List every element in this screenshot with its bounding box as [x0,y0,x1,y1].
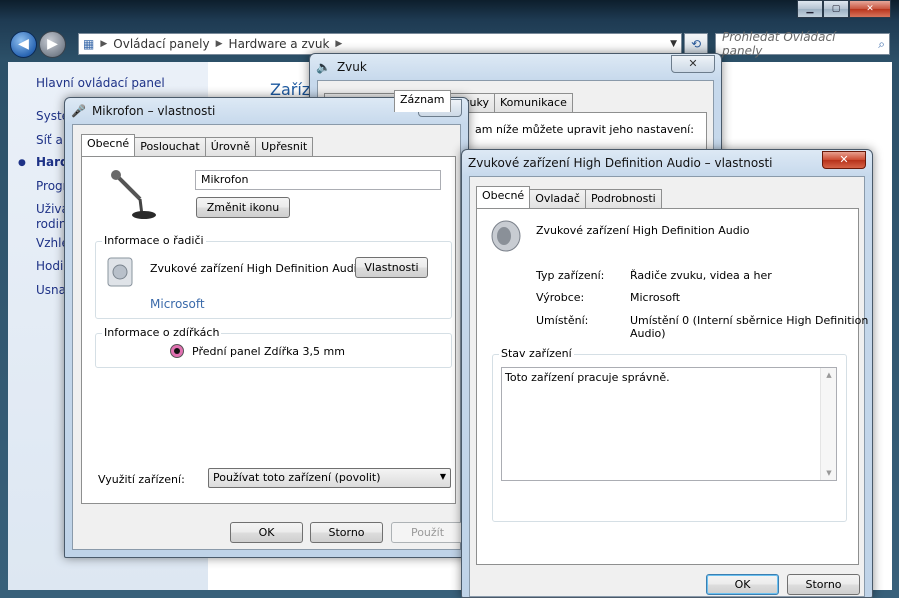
jack-description: Přední panel Zdířka 3,5 mm [192,345,345,358]
hda-dialog-title: Zvukové zařízení High Definition Audio –… [468,156,773,170]
tab-recording[interactable]: Záznam [394,90,451,112]
speaker-large-icon [491,220,521,252]
location-label: Umístění: [536,314,589,327]
maximize-button[interactable]: ▢ [823,0,849,18]
breadcrumb-separator-icon[interactable]: ▶ [335,39,342,49]
device-name-value: Mikrofon [201,173,249,186]
jack-color-icon [170,344,184,358]
tab-listen[interactable]: Poslouchat [134,137,206,156]
speaker-icon: 🔈 [316,60,331,74]
tab-details[interactable]: Podrobnosti [584,189,662,208]
back-button[interactable]: ◀ [10,31,37,58]
device-status-text: Toto zařízení pracuje správně. [505,371,670,384]
controller-vendor: Microsoft [150,297,205,311]
controller-properties-button[interactable]: Vlastnosti [355,257,428,278]
controller-name: Zvukové zařízení High Definition Audio [150,262,364,275]
microphone-properties-dialog: 🎤 Mikrofon – vlastnosti ✕ Obecné Poslouc… [64,97,469,558]
change-icon-button[interactable]: Změnit ikonu [196,197,290,218]
location-value-line2: Audio) [630,327,666,340]
controller-info-group: Informace o řadiči Zvukové zařízení High… [95,234,452,319]
device-usage-value: Používat toto zařízení (povolit) [213,471,381,484]
tab-communication[interactable]: Komunikace [494,93,573,112]
hda-properties-dialog: Zvukové zařízení High Definition Audio –… [461,149,873,598]
mic-apply-button[interactable]: Použít [391,522,464,543]
search-box[interactable]: Prohledat Ovládací panely ⌕ [715,30,890,58]
hda-general-panel: Zvukové zařízení High Definition Audio T… [476,208,868,565]
microphone-large-icon [111,170,156,219]
mic-tabs: Obecné Poslouchat Úrovně Upřesnit [81,134,314,156]
tab-general[interactable]: Obecné [81,134,136,156]
mic-dialog-client: Obecné Poslouchat Úrovně Upřesnit Mikrof… [72,124,464,550]
dropdown-arrow-icon: ▼ [439,472,446,481]
mic-dialog-title: Mikrofon – vlastnosti [91,104,216,118]
tab-levels[interactable]: Úrovně [204,137,257,156]
breadcrumb-separator-icon[interactable]: ▶ [100,39,107,49]
hda-cancel-button[interactable]: Storno [787,574,860,595]
sidebar-home-link[interactable]: Hlavní ovládací panel [36,76,165,90]
microphone-icon: 🎤 [71,104,86,118]
refresh-button[interactable]: ⟲ [684,33,708,55]
sound-dialog-titlebar: 🔈 Zvuk [316,54,715,80]
sound-card-icon [107,257,133,287]
sound-dialog-title: Zvuk [336,60,367,74]
window-caption-buttons: ▁ ▢ ✕ [797,0,891,18]
tab-driver[interactable]: Ovladač [529,189,586,208]
breadcrumb-hardware-sound[interactable]: Hardware a zvuk [229,37,330,51]
address-bar[interactable]: ▦ ▶ Ovládací panely ▶ Hardware a zvuk ▶ … [78,33,682,55]
close-window-button[interactable]: ✕ [849,0,891,18]
forward-button[interactable]: ▶ [39,31,66,58]
control-panel-icon: ▦ [83,37,95,51]
mic-ok-button[interactable]: OK [230,522,303,543]
current-item-bullet-icon: ● [18,158,26,168]
jack-info-group: Informace o zdířkách Přední panel Zdířka… [95,326,452,368]
jack-info-title: Informace o zdířkách [102,326,222,339]
search-placeholder: Prohledat Ovládací panely [722,30,836,58]
status-scrollbar[interactable]: ▲ ▼ [820,368,836,480]
sound-instructions: am níže můžete upravit jeho nastavení: [475,123,694,136]
tab-general[interactable]: Obecné [476,186,531,208]
tab-advanced[interactable]: Upřesnit [255,137,314,156]
sound-dialog-close-button[interactable]: ✕ [671,55,715,73]
breadcrumb-separator-icon[interactable]: ▶ [216,39,223,49]
device-name-input[interactable]: Mikrofon [195,170,441,190]
hda-ok-button[interactable]: OK [706,574,779,595]
manufacturer-value: Microsoft [630,291,681,304]
hda-device-name: Zvukové zařízení High Definition Audio [536,224,750,237]
location-value-line1: Umístění 0 (Interní sběrnice High Defini… [630,314,869,327]
hda-dialog-titlebar: Zvukové zařízení High Definition Audio –… [468,150,866,176]
hda-tabs: Obecné Ovladač Podrobnosti [476,186,662,208]
device-status-group: Stav zařízení Toto zařízení pracuje sprá… [492,347,847,522]
mic-cancel-button[interactable]: Storno [310,522,383,543]
device-usage-select[interactable]: Používat toto zařízení (povolit) ▼ [208,468,451,488]
device-type-value: Řadiče zvuku, videa a her [630,269,772,282]
sidebar-item-programs[interactable]: Progr [36,179,68,193]
sidebar-item-users-line2[interactable]: rodin [36,217,67,231]
device-usage-label: Využití zařízení: [98,473,185,486]
device-status-textbox[interactable]: Toto zařízení pracuje správně. ▲ ▼ [501,367,837,481]
address-dropdown-icon[interactable]: ▼ [670,39,677,49]
search-icon[interactable]: ⌕ [878,37,885,52]
scroll-down-icon[interactable]: ▼ [821,469,837,477]
hda-dialog-close-button[interactable]: ✕ [822,151,866,169]
manufacturer-label: Výrobce: [536,291,585,304]
mic-general-panel: Mikrofon Změnit ikonu Informace o řadiči… [81,156,456,504]
breadcrumb-control-panel[interactable]: Ovládací panely [113,37,209,51]
controller-info-title: Informace o řadiči [102,234,206,247]
navigation-buttons: ◀ ▶ [10,31,66,58]
device-status-title: Stav zařízení [499,347,574,360]
scroll-up-icon[interactable]: ▲ [821,371,837,379]
hda-dialog-client: Obecné Ovladač Podrobnosti Zvukové zaříz… [469,176,868,597]
device-type-label: Typ zařízení: [536,269,605,282]
minimize-button[interactable]: ▁ [797,0,823,18]
